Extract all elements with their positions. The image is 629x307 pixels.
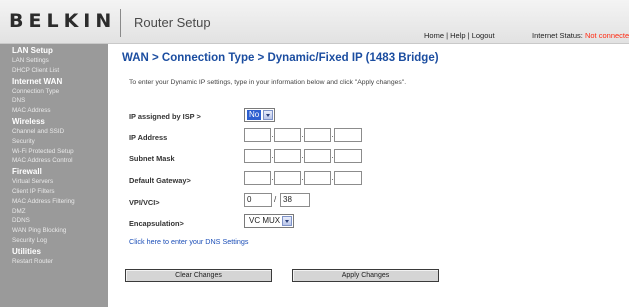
sidebar-item-virtual-servers[interactable]: Virtual Servers [0, 177, 108, 187]
vci-input[interactable]: 38 [280, 193, 310, 207]
logout-link[interactable]: Logout [472, 31, 495, 40]
top-links: Home | Help | Logout [424, 31, 495, 40]
dropdown-arrow-icon [263, 110, 273, 120]
app-title: Router Setup [134, 15, 211, 30]
ip-assigned-label: IP assigned by ISP > [129, 112, 201, 121]
sidebar-section-utilities[interactable]: Utilities [0, 246, 108, 257]
gateway-octet-2[interactable] [274, 171, 301, 185]
main-content: WAN > Connection Type > Dynamic/Fixed IP… [108, 44, 629, 307]
home-link[interactable]: Home [424, 31, 444, 40]
ip-address-octet-4[interactable] [334, 128, 362, 142]
sidebar-item-connection-type[interactable]: Connection Type [0, 87, 108, 97]
sidebar-item-dmz[interactable]: DMZ [0, 207, 108, 217]
sidebar-item-restart-router[interactable]: Restart Router [0, 257, 108, 267]
clear-changes-button[interactable]: Clear Changes [125, 269, 272, 282]
vpi-input[interactable]: 0 [244, 193, 272, 207]
gateway-octet-3[interactable] [304, 171, 331, 185]
belkin-logo: BELKIN [9, 10, 117, 32]
gateway-octet-4[interactable] [334, 171, 362, 185]
sidebar-section-firewall[interactable]: Firewall [0, 166, 108, 177]
intro-text: To enter your Dynamic IP settings, type … [129, 79, 407, 86]
encapsulation-label: Encapsulation> [129, 219, 184, 228]
help-link[interactable]: Help [450, 31, 465, 40]
vpi-vci-separator: / [274, 195, 277, 204]
subnet-octet-3[interactable] [304, 149, 331, 163]
logo-divider [120, 9, 121, 37]
sidebar-item-channel-ssid[interactable]: Channel and SSID [0, 127, 108, 137]
ip-address-octet-3[interactable] [304, 128, 331, 142]
internet-status: Internet Status: Not connected [532, 31, 629, 40]
sidebar-item-dns[interactable]: DNS [0, 96, 108, 106]
dropdown-arrow-icon [282, 216, 292, 226]
sidebar-item-wan-ping-blocking[interactable]: WAN Ping Blocking [0, 226, 108, 236]
gateway-octet-1[interactable] [244, 171, 271, 185]
default-gateway-label: Default Gateway> [129, 176, 191, 185]
subnet-octet-1[interactable] [244, 149, 271, 163]
subnet-octet-4[interactable] [334, 149, 362, 163]
subnet-octet-2[interactable] [274, 149, 301, 163]
ip-assigned-value: No [247, 110, 262, 120]
sidebar-item-mac-address-control[interactable]: MAC Address Control [0, 156, 108, 166]
sidebar-item-security-log[interactable]: Security Log [0, 236, 108, 246]
sidebar-section-internet-wan[interactable]: Internet WAN [0, 76, 108, 87]
sidebar-section-lan-setup[interactable]: LAN Setup [0, 45, 108, 56]
sidebar-item-wps[interactable]: Wi-Fi Protected Setup [0, 147, 108, 157]
apply-changes-button[interactable]: Apply Changes [292, 269, 439, 282]
encapsulation-select[interactable]: VC MUX [244, 214, 294, 228]
sidebar-section-wireless[interactable]: Wireless [0, 116, 108, 127]
sidebar-item-security[interactable]: Security [0, 137, 108, 147]
encapsulation-value: VC MUX [249, 216, 281, 225]
header-bar: BELKIN Router Setup Home | Help | Logout… [0, 0, 629, 44]
internet-status-value: Not connected [584, 31, 629, 40]
ip-address-label: IP Address [129, 133, 168, 142]
sidebar-item-mac-address[interactable]: MAC Address [0, 106, 108, 116]
internet-status-label: Internet Status: [532, 31, 583, 40]
sidebar-item-lan-settings[interactable]: LAN Settings [0, 56, 108, 66]
sidebar: LAN Setup LAN Settings DHCP Client List … [0, 44, 108, 307]
dns-settings-link[interactable]: Click here to enter your DNS Settings [129, 237, 248, 246]
ip-assigned-select[interactable]: No [244, 108, 275, 122]
ip-address-octet-1[interactable] [244, 128, 271, 142]
subnet-mask-label: Subnet Mask [129, 154, 175, 163]
sidebar-item-client-ip-filters[interactable]: Client IP Filters [0, 187, 108, 197]
sidebar-item-mac-address-filtering[interactable]: MAC Address Filtering [0, 197, 108, 207]
vpi-vci-label: VPI/VCI> [129, 198, 160, 207]
page-title: WAN > Connection Type > Dynamic/Fixed IP… [122, 52, 439, 64]
ip-address-octet-2[interactable] [274, 128, 301, 142]
sidebar-item-dhcp-client-list[interactable]: DHCP Client List [0, 66, 108, 76]
sidebar-item-ddns[interactable]: DDNS [0, 216, 108, 226]
